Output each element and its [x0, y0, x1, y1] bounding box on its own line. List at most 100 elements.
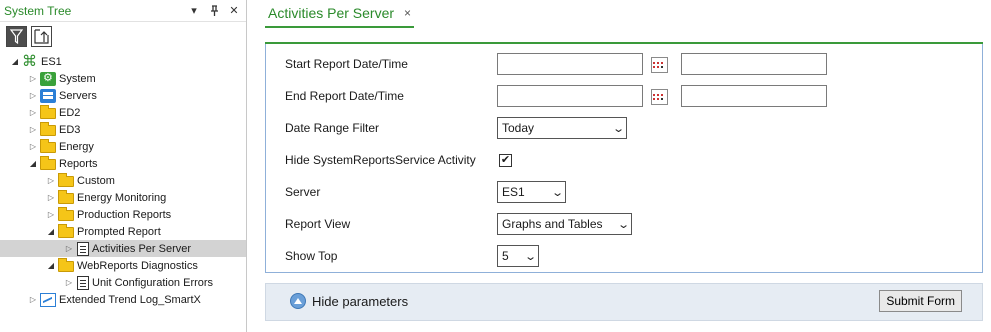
- tree-collapsed-arrow-icon[interactable]: ▷: [28, 108, 38, 117]
- servers-icon: [40, 88, 56, 103]
- tree-expanded-arrow-icon[interactable]: ◢: [10, 57, 20, 66]
- tree-collapsed-arrow-icon[interactable]: ▷: [46, 210, 56, 219]
- date-range-row: Date Range Filter Today ⌄: [285, 117, 627, 139]
- tree-collapsed-arrow-icon[interactable]: ▷: [64, 244, 74, 253]
- tree-node[interactable]: ◢ Reports: [0, 155, 246, 172]
- tree-node[interactable]: ▷ ED3: [0, 121, 246, 138]
- date-range-select[interactable]: Today ⌄: [497, 117, 627, 139]
- tree-node-label: Prompted Report: [77, 225, 161, 238]
- show-top-select[interactable]: 5 ⌄: [497, 245, 539, 267]
- tree-toolbar: [0, 22, 246, 50]
- tab-activities-per-server[interactable]: Activities Per Server ×: [265, 0, 415, 28]
- start-date-input[interactable]: [497, 53, 643, 75]
- report-view-label: Report View: [285, 217, 351, 231]
- tree-expanded-arrow-icon[interactable]: ◢: [28, 159, 38, 168]
- tree-node[interactable]: ▷ Extended Trend Log_SmartX: [0, 291, 246, 308]
- system-tree: ◢ES1▷System▷Servers▷ED2▷ED3▷Energy◢Repor…: [0, 52, 246, 308]
- tree-expanded-arrow-icon[interactable]: ◢: [46, 227, 56, 236]
- tree-node[interactable]: ▷ Energy Monitoring: [0, 189, 246, 206]
- tree-node-label: Production Reports: [77, 208, 172, 221]
- tree-node-label: ED2: [59, 106, 81, 119]
- tree-node-label: Energy Monitoring: [77, 191, 167, 204]
- document-tabbar: Activities Per Server ×: [260, 0, 991, 30]
- tree-node-label: Energy: [59, 140, 94, 153]
- tab-close-icon[interactable]: ×: [404, 6, 411, 20]
- hide-service-label: Hide SystemReportsService Activity: [285, 153, 476, 167]
- end-datetime-label: End Report Date/Time: [285, 89, 404, 103]
- tree-collapsed-arrow-icon[interactable]: ▷: [64, 278, 74, 287]
- server-select[interactable]: ES1 ⌄: [497, 181, 566, 203]
- end-datetime-row: End Report Date/Time: [285, 85, 827, 107]
- hide-service-checkbox[interactable]: ✔: [499, 153, 512, 167]
- tree-node-label: ES1: [41, 55, 62, 68]
- chevron-down-icon: ⌄: [550, 186, 564, 199]
- tree-node-label: System: [59, 72, 96, 85]
- pane-menu-dropdown-icon[interactable]: ▾: [186, 3, 202, 19]
- tree-collapsed-arrow-icon[interactable]: ▷: [28, 74, 38, 83]
- tree-node-label: Activities Per Server: [92, 242, 192, 255]
- tree-collapsed-arrow-icon[interactable]: ▷: [28, 91, 38, 100]
- tree-node[interactable]: ▷ Custom: [0, 172, 246, 189]
- collapse-up-icon: [290, 293, 306, 309]
- filter-icon[interactable]: [6, 25, 27, 47]
- folder-icon: [58, 224, 74, 238]
- tree-node[interactable]: ▷ Energy: [0, 138, 246, 155]
- show-top-row: Show Top 5 ⌄: [285, 245, 539, 267]
- start-calendar-icon[interactable]: [649, 55, 669, 73]
- folder-icon: [58, 173, 74, 187]
- trend-log-icon: [40, 292, 56, 307]
- tree-expanded-arrow-icon[interactable]: ◢: [46, 261, 56, 270]
- tree-collapsed-arrow-icon[interactable]: ▷: [28, 295, 38, 304]
- folder-icon: [40, 105, 56, 119]
- submit-form-button[interactable]: Submit Form: [879, 290, 962, 312]
- collapse-up-icon[interactable]: [31, 25, 52, 47]
- tree-node[interactable]: ▷ Unit Configuration Errors: [0, 274, 246, 291]
- tree-collapsed-arrow-icon[interactable]: ▷: [46, 193, 56, 202]
- tree-node[interactable]: ◢ WebReports Diagnostics: [0, 257, 246, 274]
- report-icon: [77, 275, 89, 290]
- server-value: ES1: [502, 185, 525, 199]
- report-parameters-panel: Start Report Date/Time End Report Date/T…: [265, 42, 983, 273]
- tree-collapsed-arrow-icon[interactable]: ▷: [46, 176, 56, 185]
- tree-node-label: Extended Trend Log_SmartX: [59, 293, 201, 306]
- date-range-value: Today: [502, 121, 535, 135]
- tree-collapsed-arrow-icon[interactable]: ▷: [28, 125, 38, 134]
- tree-node[interactable]: ▷ System: [0, 70, 246, 87]
- tree-node[interactable]: ▷ Activities Per Server: [0, 240, 246, 257]
- tree-node[interactable]: ▷ Servers: [0, 87, 246, 104]
- start-datetime-label: Start Report Date/Time: [285, 57, 408, 71]
- checkmark-icon: ✔: [500, 153, 511, 166]
- system-tree-header: System Tree ▾ ✕: [0, 0, 246, 22]
- pin-icon[interactable]: [206, 3, 222, 19]
- tree-node-label: ED3: [59, 123, 81, 136]
- form-actions-bar: Hide parameters Submit Form: [265, 283, 983, 321]
- tree-node[interactable]: ◢ ES1: [0, 52, 246, 70]
- system-icon: [40, 71, 56, 86]
- start-time-input[interactable]: [681, 53, 827, 75]
- end-time-input[interactable]: [681, 85, 827, 107]
- tree-node-label: WebReports Diagnostics: [77, 259, 198, 272]
- end-date-input[interactable]: [497, 85, 643, 107]
- hide-service-row: Hide SystemReportsService Activity ✔: [285, 149, 512, 171]
- tree-node[interactable]: ◢ Prompted Report: [0, 223, 246, 240]
- report-view-select[interactable]: Graphs and Tables ⌄: [497, 213, 632, 235]
- network-icon: [22, 52, 38, 70]
- folder-icon: [58, 207, 74, 221]
- server-label: Server: [285, 185, 321, 199]
- tree-node-label: Custom: [77, 174, 115, 187]
- tree-collapsed-arrow-icon[interactable]: ▷: [28, 142, 38, 151]
- tree-node[interactable]: ▷ ED2: [0, 104, 246, 121]
- report-view-row: Report View Graphs and Tables ⌄: [285, 213, 632, 235]
- tree-node-label: Servers: [59, 89, 97, 102]
- folder-icon: [58, 190, 74, 204]
- system-tree-title: System Tree: [4, 3, 72, 18]
- hide-parameters-label: Hide parameters: [312, 293, 409, 309]
- end-calendar-icon[interactable]: [649, 87, 669, 105]
- server-row: Server ES1 ⌄: [285, 181, 566, 203]
- report-view-value: Graphs and Tables: [502, 217, 603, 231]
- show-top-label: Show Top: [285, 249, 338, 263]
- hide-parameters-toggle[interactable]: Hide parameters: [290, 293, 408, 309]
- folder-icon: [58, 258, 74, 272]
- tree-node[interactable]: ▷ Production Reports: [0, 206, 246, 223]
- close-pane-icon[interactable]: ✕: [226, 3, 242, 19]
